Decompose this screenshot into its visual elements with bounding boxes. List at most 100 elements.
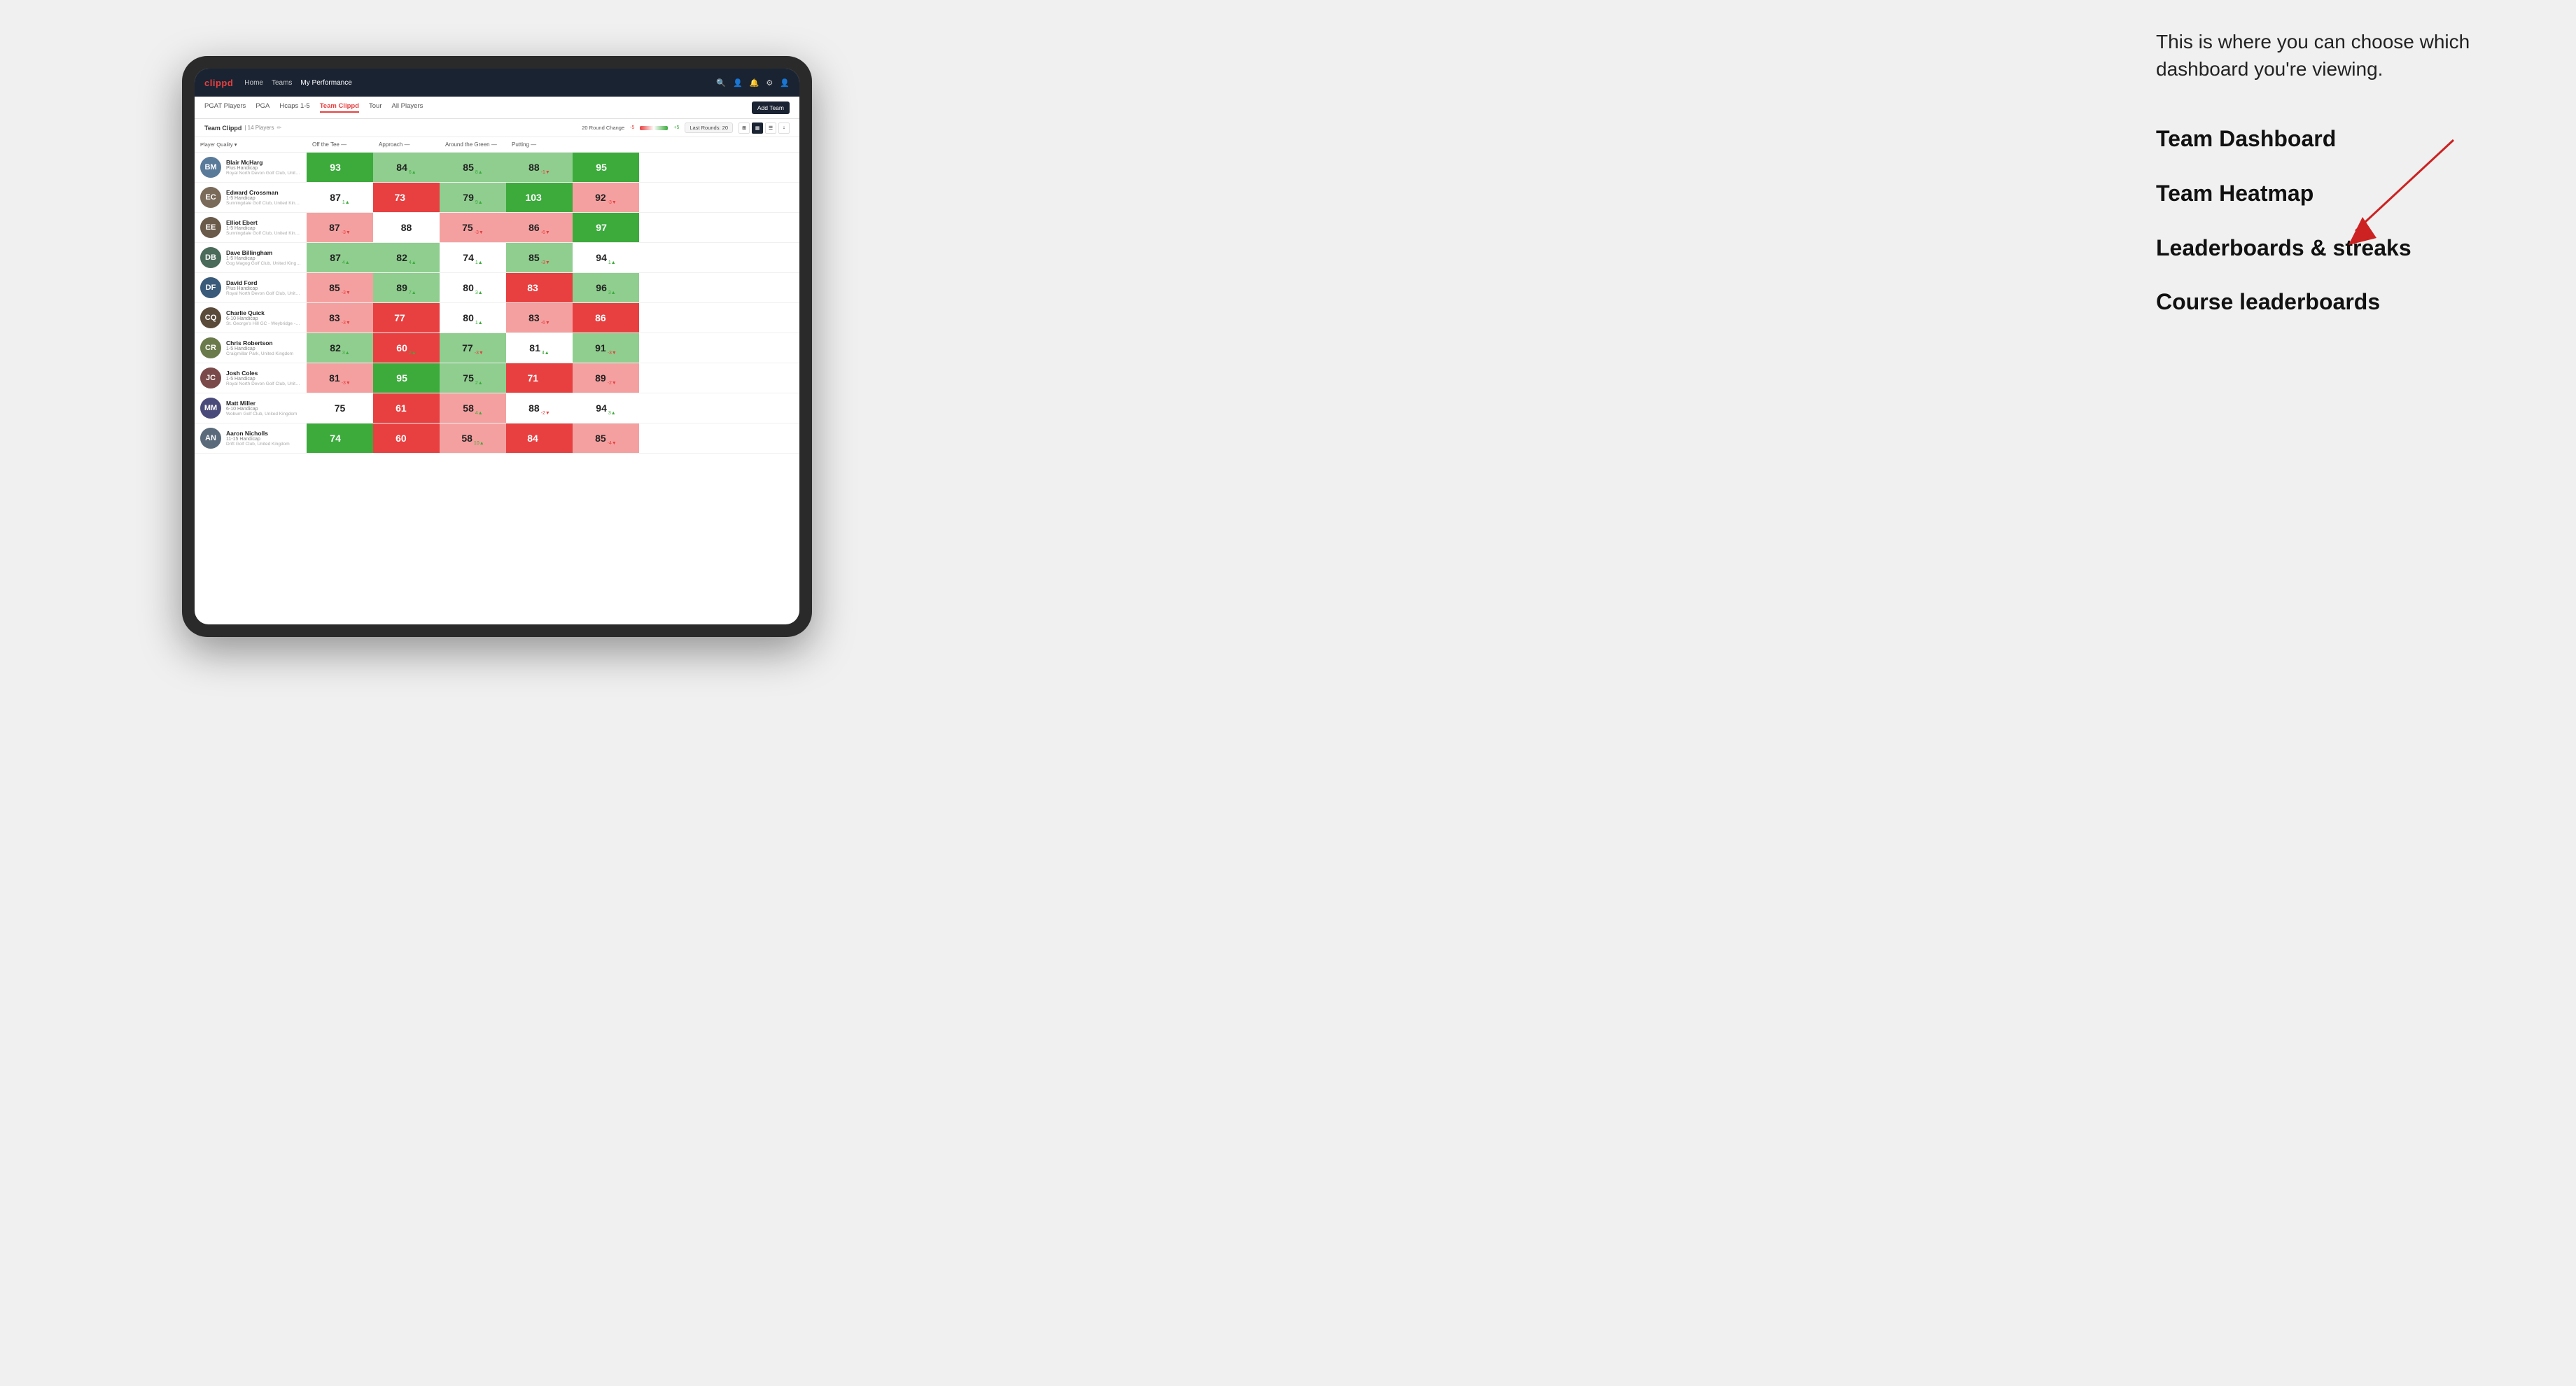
subnav: PGAT Players PGA Hcaps 1-5 Team Clippd T… [195, 97, 799, 119]
player-avatar: DB [200, 247, 221, 268]
settings-icon[interactable]: ⚙ [766, 78, 773, 88]
table-row: JC Josh Coles 1-5 Handicap Royal North D… [195, 363, 799, 393]
score-change: 3▲ [475, 290, 483, 295]
annotation-item-2: Team Heatmap [2156, 179, 2520, 209]
score-cell: 858▲ [440, 153, 506, 182]
table-row: CR Chris Robertson 1-5 Handicap Craigmil… [195, 333, 799, 363]
list-view-button[interactable]: ☰ [765, 122, 776, 134]
score-change: 8▲ [409, 381, 416, 386]
player-info-cell[interactable]: CQ Charlie Quick 6-10 Handicap St. Georg… [195, 303, 307, 332]
player-info-cell[interactable]: CR Chris Robertson 1-5 Handicap Craigmil… [195, 333, 307, 363]
annotation-item-1: Team Dashboard [2156, 125, 2520, 154]
col-putting: Putting — [506, 137, 573, 152]
player-name: Aaron Nicholls [226, 430, 301, 437]
nav-links: Home Teams My Performance [244, 79, 716, 87]
player-details: Matt Miller 6-10 Handicap Woburn Golf Cl… [226, 400, 301, 416]
score-cell: 77-3▼ [440, 333, 506, 363]
col-approach: Approach — [373, 137, 440, 152]
subnav-tour[interactable]: Tour [369, 102, 382, 113]
player-avatar: CQ [200, 307, 221, 328]
score-change: -3▼ [475, 230, 484, 235]
score-cell: 92-3▼ [573, 183, 639, 212]
grid-view-button[interactable]: ⊞ [738, 122, 750, 134]
score-change: -3▼ [408, 411, 417, 416]
player-club: Royal North Devon Golf Club, United King… [226, 382, 301, 386]
player-info-cell[interactable]: EE Elliot Ebert 1-5 Handicap Sunningdale… [195, 213, 307, 242]
player-club: Drift Golf Club, United Kingdom [226, 442, 301, 447]
nav-link-teams[interactable]: Teams [272, 79, 292, 87]
score-change: -3▼ [608, 200, 617, 205]
score-cell: 5810▲ [440, 424, 506, 453]
player-club: Sunningdale Golf Club, United Kingdom [226, 201, 301, 206]
subnav-all-players[interactable]: All Players [391, 102, 423, 113]
score-cell: 963▲ [573, 273, 639, 302]
player-avatar: DF [200, 277, 221, 298]
team-count: | 14 Players [244, 125, 274, 131]
subnav-team-clippd[interactable]: Team Clippd [320, 102, 359, 113]
score-change: 8▲ [475, 170, 483, 175]
annotation-panel: This is where you can choose which dashb… [2156, 28, 2520, 342]
player-info-cell[interactable]: DB Dave Billingham 1-5 Handicap Gog Mago… [195, 243, 307, 272]
score-change: 2▲ [409, 351, 416, 356]
search-icon[interactable]: 🔍 [716, 78, 726, 88]
score-cell: 83-10▼ [506, 273, 573, 302]
last-rounds-label: Last Rounds: [690, 125, 720, 131]
col-off-tee: Off the Tee — [307, 137, 373, 152]
player-info-cell[interactable]: AN Aaron Nicholls 11-15 Handicap Drift G… [195, 424, 307, 453]
score-change: -3▼ [342, 321, 351, 326]
bell-icon[interactable]: 🔔 [750, 78, 760, 88]
subnav-links: PGAT Players PGA Hcaps 1-5 Team Clippd T… [204, 102, 752, 113]
user-avatar-icon[interactable]: 👤 [780, 78, 790, 88]
player-avatar: AN [200, 428, 221, 449]
score-value: 83 [329, 312, 340, 323]
person-icon[interactable]: 👤 [733, 78, 743, 88]
player-name: David Ford [226, 279, 301, 286]
score-change: -4▼ [608, 441, 617, 446]
nav-link-home[interactable]: Home [244, 79, 263, 87]
player-info-cell[interactable]: JC Josh Coles 1-5 Handicap Royal North D… [195, 363, 307, 393]
score-cell: 823▲ [307, 333, 373, 363]
score-value: 95 [396, 372, 407, 384]
player-name: Edward Crossman [226, 189, 301, 196]
subnav-pga[interactable]: PGA [255, 102, 270, 113]
subnav-pgat[interactable]: PGAT Players [204, 102, 246, 113]
annotation-intro-text: This is where you can choose which dashb… [2156, 28, 2520, 83]
add-team-button[interactable]: Add Team [752, 102, 790, 114]
player-info-cell[interactable]: DF David Ford Plus Handicap Royal North … [195, 273, 307, 302]
score-cell: 83-3▼ [307, 303, 373, 332]
heatmap-view-button[interactable]: ▦ [752, 122, 763, 134]
score-value: 83 [528, 312, 540, 323]
player-avatar: BM [200, 157, 221, 178]
player-name: Matt Miller [226, 400, 301, 407]
subnav-hcaps[interactable]: Hcaps 1-5 [279, 102, 309, 113]
player-info-cell[interactable]: EC Edward Crossman 1-5 Handicap Sunningd… [195, 183, 307, 212]
change-pos: +5 [673, 125, 679, 130]
export-button[interactable]: ↓ [778, 122, 790, 134]
score-value: 61 [396, 402, 407, 414]
player-rows: BM Blair McHarg Plus Handicap Royal Nort… [195, 153, 799, 454]
player-info-cell[interactable]: MM Matt Miller 6-10 Handicap Woburn Golf… [195, 393, 307, 423]
ipad-screen: clippd Home Teams My Performance 🔍 👤 🔔 ⚙… [195, 69, 799, 624]
score-cell: 975▲ [573, 213, 639, 242]
edit-icon[interactable]: ✏ [276, 125, 281, 131]
score-cell: 10315▲ [506, 183, 573, 212]
score-value: 82 [396, 252, 407, 263]
player-handicap: 6-10 Handicap [226, 316, 301, 321]
score-value: 103 [525, 192, 541, 203]
score-value: 60 [396, 433, 407, 444]
score-value: 71 [527, 372, 538, 384]
nav-link-performance[interactable]: My Performance [300, 79, 351, 87]
score-value: 84 [396, 162, 407, 173]
table-row: AN Aaron Nicholls 11-15 Handicap Drift G… [195, 424, 799, 454]
player-club: St. George's Hill GC - Weybridge - Surre… [226, 321, 301, 326]
last-rounds-button[interactable]: Last Rounds: 20 [685, 122, 733, 133]
player-club: Gog Magog Golf Club, United Kingdom [226, 261, 301, 266]
score-value: 58 [461, 433, 472, 444]
score-cell: 748▲ [307, 424, 373, 453]
player-info-cell[interactable]: BM Blair McHarg Plus Handicap Royal Nort… [195, 153, 307, 182]
player-avatar: JC [200, 368, 221, 388]
change-neg: -5 [630, 125, 634, 130]
score-cell: 959▲ [573, 153, 639, 182]
score-cell: 77-14▼ [373, 303, 440, 332]
score-value: 85 [329, 282, 340, 293]
